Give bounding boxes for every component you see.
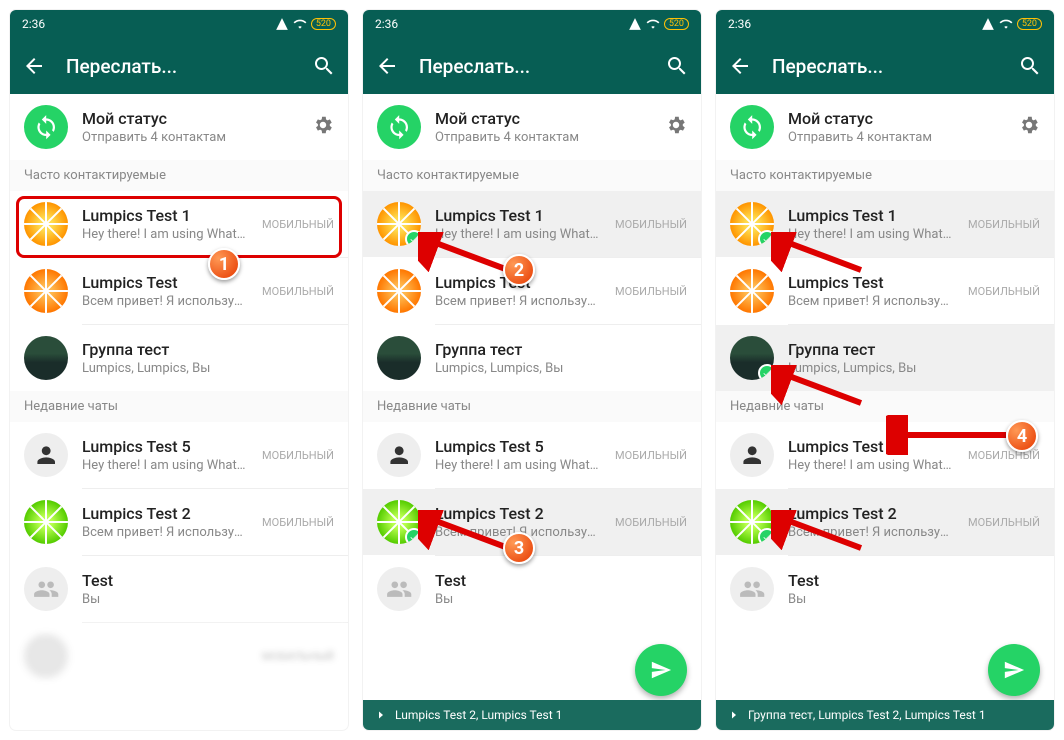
status-bar: 2:36 520 (10, 10, 348, 38)
search-button[interactable] (665, 54, 689, 78)
contact-name: Lumpics Test 1 (82, 206, 248, 225)
status-settings-button[interactable] (665, 114, 687, 140)
my-status-title: Мой статус (82, 109, 298, 128)
avatar-green (24, 500, 68, 544)
search-button[interactable] (312, 54, 336, 78)
contact-row-blur[interactable]: МОБИЛЬНЫЙ (10, 623, 348, 689)
status-settings-button[interactable] (312, 114, 334, 140)
my-status-sub: Отправить 4 контактам (82, 130, 298, 145)
contact-row-4[interactable]: Lumpics Test 5 Hey there! I am using Wha… (10, 422, 348, 488)
section-recent: Недавние чаты (10, 391, 348, 422)
mobile-tag: МОБИЛЬНЫЙ (262, 218, 334, 231)
status-avatar (24, 105, 68, 149)
phone-screen-3: 2:36 520 Переслать... Мой статусОтправит… (716, 10, 1054, 730)
contact-status: Hey there! I am using WhatsApp. (82, 227, 248, 242)
search-button[interactable] (1018, 54, 1042, 78)
contact-row-1-selected[interactable]: Lumpics Test 1Hey there! I am using What… (363, 191, 701, 257)
avatar-orange (24, 202, 68, 246)
avatar-orange2 (24, 269, 68, 313)
selection-bar: Группа тест, Lumpics Test 2, Lumpics Tes… (716, 700, 1054, 730)
back-button[interactable] (375, 54, 399, 78)
contact-row-3[interactable]: Группа тест Lumpics, Lumpics, Вы (10, 325, 348, 391)
contact-row-6[interactable]: Test Вы (10, 556, 348, 622)
my-status-row[interactable]: Мой статус Отправить 4 контактам (10, 94, 348, 160)
my-status-row[interactable]: Мой статусОтправить 4 контактам (363, 94, 701, 160)
app-bar: Переслать... (10, 38, 348, 94)
avatar-photo (24, 336, 68, 380)
check-icon (758, 364, 774, 380)
avatar-person (24, 433, 68, 477)
clock: 2:36 (22, 17, 45, 31)
back-button[interactable] (22, 54, 46, 78)
status-bar: 2:36 520 (363, 10, 701, 38)
selection-bar: Lumpics Test 2, Lumpics Test 1 (363, 700, 701, 730)
page-title: Переслать... (66, 55, 292, 78)
check-icon (405, 230, 421, 246)
check-icon (405, 528, 421, 544)
section-frequent: Часто контактируемые (10, 160, 348, 191)
check-icon (758, 230, 774, 246)
send-fab[interactable] (635, 644, 687, 696)
status-icons: 520 (275, 17, 336, 31)
avatar-group (24, 567, 68, 611)
contact-row-5[interactable]: Lumpics Test 2 Всем привет! Я использую … (10, 489, 348, 555)
my-status-row[interactable]: Мой статусОтправить 4 контактам (716, 94, 1054, 160)
phone-screen-2: 2:36 520 Переслать... Мой статусОтправит… (363, 10, 701, 730)
contact-row-2[interactable]: Lumpics Test Всем привет! Я использую Wh… (10, 258, 348, 324)
phone-screen-1: 2:36 520 Переслать... Мой статус Отправи… (10, 10, 348, 730)
status-settings-button[interactable] (1018, 114, 1040, 140)
send-fab[interactable] (988, 644, 1040, 696)
contact-row-1[interactable]: Lumpics Test 1 Hey there! I am using Wha… (10, 191, 348, 257)
app-bar: Переслать... (363, 38, 701, 94)
check-icon (758, 528, 774, 544)
back-button[interactable] (728, 54, 752, 78)
contact-row-5-selected[interactable]: Lumpics Test 2Всем привет! Я использую W… (363, 489, 701, 555)
